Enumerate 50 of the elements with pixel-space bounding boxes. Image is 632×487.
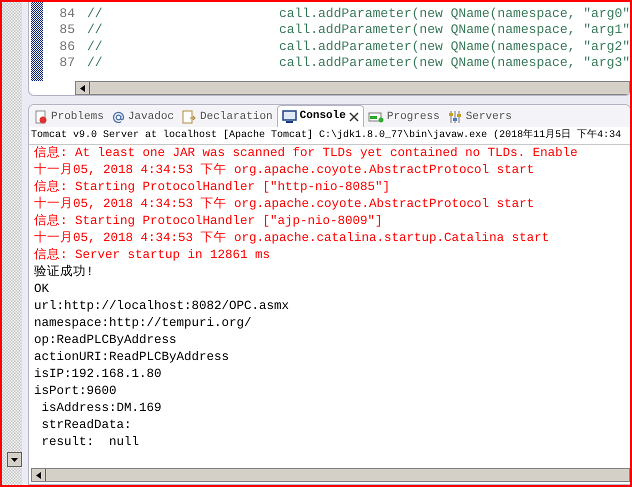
console-line: 信息: At least one JAR was scanned for TLDs yet contained no TLDs. Enable — [34, 145, 578, 162]
warning-list-icon — [34, 110, 48, 124]
code-text: call.addParameter(new QName(namespace, "arg3" — [279, 54, 630, 72]
console-line: op:ReadPLCByAddress — [34, 332, 177, 349]
console-line: strReadData: — [40, 417, 132, 434]
console-header: Tomcat v9.0 Server at localhost [Apache Tomcat] C:\jdk1.8.0_77\bin\javaw.exe (2018年11月5日 下午4:34 — [29, 127, 630, 145]
view-tab[interactable]: Servers — [444, 107, 516, 127]
down-arrow-icon — [11, 458, 18, 462]
line-number: 86 — [58, 38, 75, 56]
console-line: isPort:9600 — [34, 383, 117, 400]
console-line: 十一月05, 2018 4:34:53 下午 org.apache.coyote.AbstractProtocol start — [34, 196, 534, 213]
horizontal-scrollbar[interactable] — [75, 81, 630, 95]
console-line: 十一月05, 2018 4:34:53 下午 org.apache.coyote.AbstractProtocol start — [34, 162, 534, 179]
scroll-down-button[interactable] — [7, 452, 22, 467]
close-icon[interactable] — [348, 112, 359, 122]
code-comment: // — [87, 54, 104, 72]
console-line: 十一月05, 2018 4:34:53 下午 org.apache.catalina.startup.Catalina start — [34, 230, 550, 247]
view-tab[interactable]: Progress — [364, 107, 444, 127]
console-line: result: null — [40, 434, 140, 451]
line-number: 85 — [58, 21, 75, 39]
console-line: 信息: Starting ProtocolHandler ["http-nio-8085"] — [34, 179, 390, 196]
left-arrow-icon — [80, 84, 85, 92]
at-sign-icon — [112, 110, 125, 124]
view-tab[interactable]: Problems — [30, 107, 108, 127]
console-line: 验证成功! — [34, 264, 94, 281]
code-text: call.addParameter(new QName(namespace, "arg0" — [279, 4, 630, 22]
console-line: isAddress:DM.169 — [40, 400, 162, 417]
horizontal-scrollbar[interactable] — [31, 468, 630, 482]
code-comment: // — [87, 38, 104, 56]
code-text: call.addParameter(new QName(namespace, "arg1" — [279, 21, 630, 39]
console-line: namespace:http://tempuri.org/ — [34, 315, 252, 332]
line-number: 87 — [58, 54, 75, 72]
code-text: call.addParameter(new QName(namespace, "arg2" — [279, 38, 630, 56]
left-arrow-icon — [36, 472, 41, 478]
console-line: isIP:192.168.1.80 — [34, 366, 162, 383]
document-arrow-icon — [182, 110, 198, 124]
console-line: url:http://localhost:8082/OPC.asmx — [34, 298, 290, 315]
view-tab[interactable]: Console — [276, 105, 364, 127]
console-line: 信息: Server startup in 12861 ms — [34, 247, 270, 264]
console-line: actionURI:ReadPLCByAddress — [34, 349, 230, 366]
progress-bar-icon — [368, 110, 384, 124]
line-number: 84 — [58, 4, 75, 22]
code-comment: // — [87, 21, 104, 39]
console-line: OK — [34, 281, 50, 298]
view-tab[interactable]: Javadoc — [108, 107, 178, 127]
code-comment: // — [87, 4, 104, 22]
view-tab[interactable]: Declaration — [178, 107, 277, 127]
monitor-icon — [282, 110, 297, 124]
console-line: 信息: Starting ProtocolHandler ["ajp-nio-8009"] — [34, 213, 383, 230]
sliders-icon — [448, 110, 463, 124]
